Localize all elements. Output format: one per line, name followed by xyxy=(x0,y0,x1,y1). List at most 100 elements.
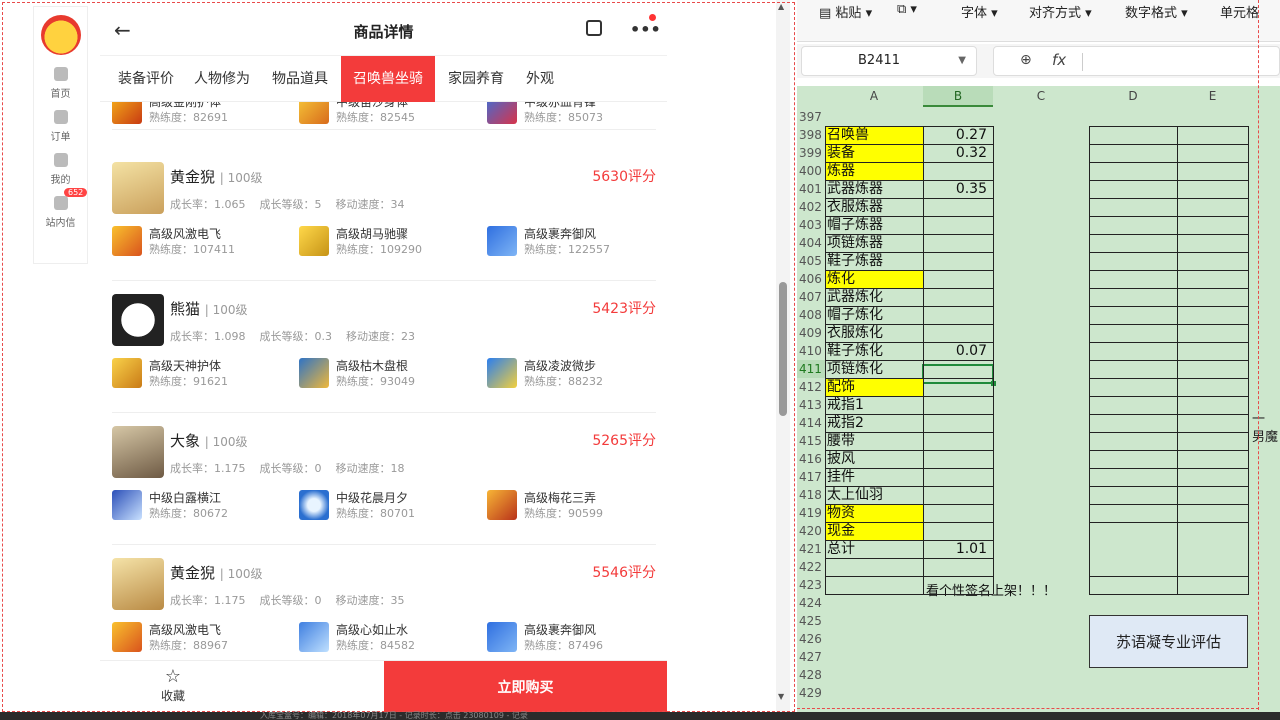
favorite-button[interactable]: ☆ 收藏 xyxy=(150,667,196,704)
cell-a[interactable]: 挂件 xyxy=(825,468,923,486)
buy-now-button[interactable]: 立即购买 xyxy=(384,661,667,714)
tab-items[interactable]: 物品道具 xyxy=(264,56,336,102)
cell-a[interactable]: 炼化 xyxy=(825,270,923,288)
cell-a[interactable]: 总计 xyxy=(825,540,923,558)
row-header[interactable]: 410 xyxy=(797,342,825,360)
note-cell[interactable]: 看个性签名上架！！！ xyxy=(924,583,1088,601)
row-header[interactable]: 418 xyxy=(797,486,825,504)
cell-a[interactable]: 武器炼器 xyxy=(825,180,923,198)
alignment-menu[interactable]: 对齐方式 ▾ xyxy=(1029,2,1092,21)
cell-a[interactable]: 帽子炼化 xyxy=(825,306,923,324)
row-header[interactable]: 417 xyxy=(797,468,825,486)
row-header[interactable]: 403 xyxy=(797,216,825,234)
row-header[interactable]: 397 xyxy=(797,108,825,126)
scroll-up-arrow-icon[interactable]: ▲ xyxy=(778,2,784,11)
row-header[interactable]: 415 xyxy=(797,432,825,450)
page-scrollbar[interactable]: ▲ ▼ xyxy=(776,0,790,712)
sidebar-item-orders[interactable]: 订单 xyxy=(34,110,87,143)
number-format-menu[interactable]: 数字格式 ▾ xyxy=(1125,2,1188,21)
sidebar-item-mine[interactable]: 我的 xyxy=(34,153,87,186)
row-header[interactable]: 422 xyxy=(797,558,825,576)
cell-a[interactable]: 腰带 xyxy=(825,432,923,450)
row-header[interactable]: 413 xyxy=(797,396,825,414)
tab-appearance[interactable]: 外观 xyxy=(518,56,562,102)
row-header[interactable]: 402 xyxy=(797,198,825,216)
cell-a[interactable]: 配饰 xyxy=(825,378,923,396)
cell-b[interactable]: 1.01 xyxy=(923,540,993,558)
sidebar-item-home[interactable]: 首页 xyxy=(34,67,87,100)
row-header[interactable]: 408 xyxy=(797,306,825,324)
cell-a[interactable]: 召唤兽 xyxy=(825,126,923,144)
cell-a[interactable]: 戒指1 xyxy=(825,396,923,414)
name-box[interactable]: B2411 ▼ xyxy=(801,46,977,76)
row-header[interactable]: 407 xyxy=(797,288,825,306)
chevron-down-icon[interactable]: ▼ xyxy=(958,47,966,75)
column-header[interactable]: D xyxy=(1089,86,1177,107)
row-header[interactable]: 421 xyxy=(797,540,825,558)
sidebar-item-messages[interactable]: 652 站内信 xyxy=(34,188,88,229)
row-header[interactable]: 409 xyxy=(797,324,825,342)
more-icon[interactable]: ••• xyxy=(630,20,661,39)
cell-a[interactable]: 炼器 xyxy=(825,162,923,180)
row-header[interactable]: 412 xyxy=(797,378,825,396)
row-header[interactable]: 400 xyxy=(797,162,825,180)
pet-card[interactable]: 黄金猊 | 100级 5630评分 成长率：1.065 成长等级：5 移动速度：34… xyxy=(112,162,656,281)
pet-card[interactable]: 黄金猊 | 100级 5546评分 成长率：1.175 成长等级：0 移动速度：35… xyxy=(112,558,656,660)
row-header[interactable]: 424 xyxy=(797,594,825,612)
cell-b[interactable]: 0.32 xyxy=(923,144,993,162)
cell-a[interactable]: 鞋子炼化 xyxy=(825,342,923,360)
cell-a[interactable]: 衣服炼器 xyxy=(825,198,923,216)
formula-bar[interactable]: ⊕ fx xyxy=(993,46,1280,76)
row-header[interactable]: 399 xyxy=(797,144,825,162)
cell-grid[interactable]: A B C D E 苏语凝专业评估 看个性签名上架！！！ 一 男魔 397 398… xyxy=(797,86,1280,720)
cell-a[interactable]: 物资 xyxy=(825,504,923,522)
column-header[interactable]: A xyxy=(825,86,923,107)
tab-home[interactable]: 家园养育 xyxy=(440,56,512,102)
cell-a[interactable]: 衣服炼化 xyxy=(825,324,923,342)
row-header[interactable]: 425 xyxy=(797,612,825,630)
zoom-icon[interactable]: ⊕ xyxy=(1020,52,1032,68)
cell-a[interactable]: 鞋子炼器 xyxy=(825,252,923,270)
row-header[interactable]: 423 xyxy=(797,576,825,594)
column-header[interactable]: C xyxy=(993,86,1089,107)
clipboard-icon[interactable]: ⧉ ▾ xyxy=(897,2,917,17)
column-header[interactable]: E xyxy=(1177,86,1248,107)
row-header[interactable]: 426 xyxy=(797,630,825,648)
row-header[interactable]: 416 xyxy=(797,450,825,468)
row-header[interactable]: 420 xyxy=(797,522,825,540)
cell-a[interactable]: 戒指2 xyxy=(825,414,923,432)
column-header[interactable]: B xyxy=(923,86,993,107)
row-header[interactable]: 398 xyxy=(797,126,825,144)
scrollbar-thumb[interactable] xyxy=(779,282,787,416)
cell-a[interactable]: 太上仙羽 xyxy=(825,486,923,504)
cell-a[interactable]: 武器炼化 xyxy=(825,288,923,306)
pet-card[interactable]: 大象 | 100级 5265评分 成长率：1.175 成长等级：0 移动速度：18 … xyxy=(112,426,656,545)
selected-cell[interactable] xyxy=(922,364,996,386)
row-header[interactable]: 428 xyxy=(797,666,825,684)
row-header[interactable]: 427 xyxy=(797,648,825,666)
cell-a[interactable]: 项链炼化 xyxy=(825,360,923,378)
pet-card[interactable]: 熊猫 | 100级 5423评分 成长率：1.098 成长等级：0.3 移动速度：2… xyxy=(112,294,656,413)
evaluation-box[interactable]: 苏语凝专业评估 xyxy=(1089,615,1248,668)
row-header[interactable]: 406 xyxy=(797,270,825,288)
cell-a[interactable]: 项链炼器 xyxy=(825,234,923,252)
row-header[interactable]: 419 xyxy=(797,504,825,522)
cells-menu[interactable]: 单元格 xyxy=(1220,2,1259,21)
cell-a[interactable]: 现金 xyxy=(825,522,923,540)
cell-a[interactable]: 装备 xyxy=(825,144,923,162)
row-header[interactable]: 429 xyxy=(797,684,825,702)
row-header[interactable]: 414 xyxy=(797,414,825,432)
fx-icon[interactable]: fx xyxy=(1052,51,1066,69)
row-header[interactable]: 401 xyxy=(797,180,825,198)
scroll-down-arrow-icon[interactable]: ▼ xyxy=(778,692,784,701)
tab-pets-mounts[interactable]: 召唤兽坐骑 xyxy=(341,56,435,102)
cell-b[interactable]: 0.35 xyxy=(923,180,993,198)
row-header[interactable]: 404 xyxy=(797,234,825,252)
share-icon[interactable] xyxy=(586,20,602,36)
cell-b[interactable]: 0.27 xyxy=(923,126,993,144)
row-header[interactable]: 411 xyxy=(797,360,825,378)
cell-a[interactable]: 帽子炼器 xyxy=(825,216,923,234)
paste-button[interactable]: ▤ 粘贴 ▾ xyxy=(819,2,872,21)
font-menu[interactable]: 字体 ▾ xyxy=(961,2,998,21)
tab-equipment[interactable]: 装备评价 xyxy=(106,56,186,102)
